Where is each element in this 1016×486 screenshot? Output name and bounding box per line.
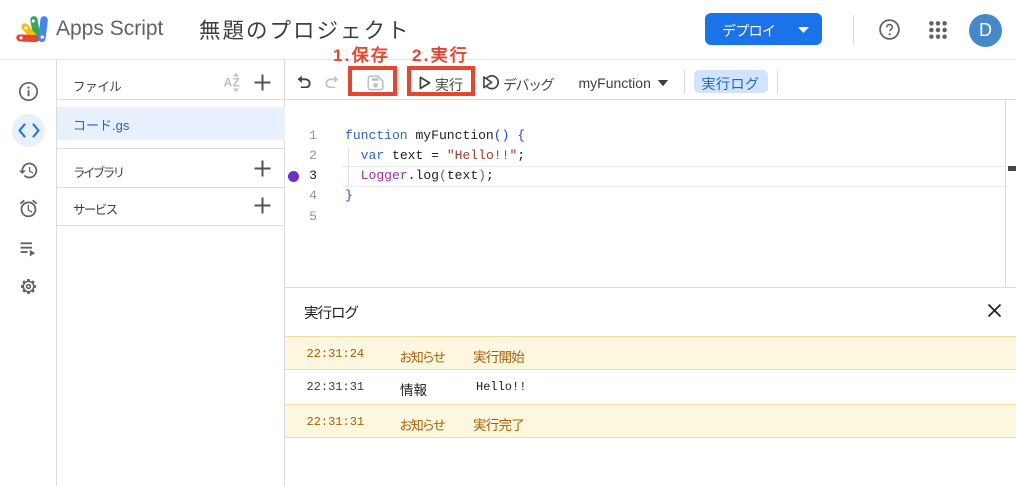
svg-text:Z: Z (233, 76, 240, 90)
svg-text:A: A (224, 76, 233, 90)
